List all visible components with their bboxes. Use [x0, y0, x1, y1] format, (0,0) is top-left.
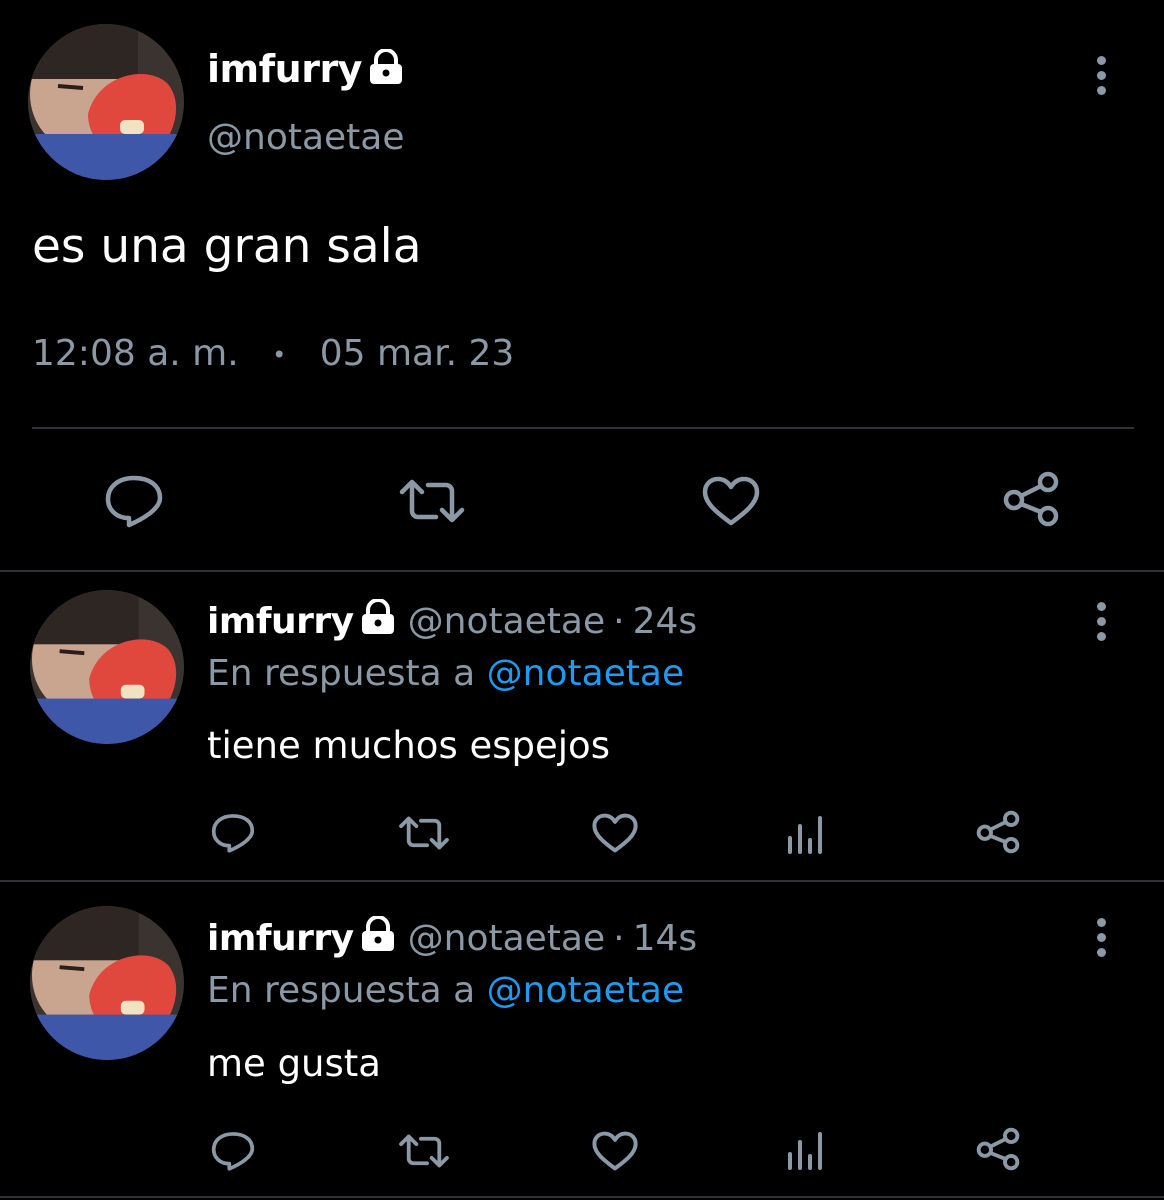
stats-divider [32, 427, 1134, 429]
reply-to-handle[interactable]: @notaetae [487, 970, 685, 1011]
lock-icon [358, 597, 398, 648]
share-icon[interactable] [1000, 470, 1062, 528]
lock-icon [358, 914, 398, 965]
like-icon[interactable] [702, 476, 760, 526]
time-separator: · [613, 918, 625, 959]
share-icon[interactable] [974, 1126, 1022, 1172]
reply-time: 24s [632, 601, 698, 642]
reply-time: 14s [632, 918, 698, 959]
separator-dot: • [272, 341, 287, 369]
tweet-divider [0, 570, 1164, 572]
more-options-icon[interactable] [1082, 46, 1122, 106]
handle[interactable]: @notaetae [207, 116, 405, 160]
retweet-icon[interactable] [398, 1133, 450, 1169]
time-separator: · [613, 601, 625, 642]
analytics-icon[interactable] [786, 1128, 826, 1170]
more-options-icon[interactable] [1082, 908, 1122, 968]
tweet-date: 05 mar. 23 [319, 333, 515, 374]
reply-context: En respuesta a [207, 653, 476, 694]
tweet-divider [0, 1196, 1164, 1198]
retweet-icon[interactable] [398, 815, 450, 851]
more-options-icon[interactable] [1082, 592, 1122, 652]
reply-text: me gusta [207, 1042, 381, 1085]
reply-icon[interactable] [210, 812, 256, 854]
handle[interactable]: @notaetae [408, 601, 606, 642]
display-name[interactable]: imfurry [207, 918, 354, 959]
tweet-text: es una gran sala [32, 219, 422, 274]
retweet-icon[interactable] [398, 478, 466, 524]
avatar[interactable] [28, 24, 184, 180]
tweet-time: 12:08 a. m. [32, 333, 239, 374]
reply-text: tiene muchos espejos [207, 724, 610, 767]
lock-icon [366, 47, 406, 97]
like-icon[interactable] [592, 1131, 638, 1171]
reply-icon[interactable] [103, 474, 165, 528]
avatar[interactable] [30, 590, 184, 744]
analytics-icon[interactable] [786, 812, 826, 854]
tweet-divider [0, 880, 1164, 882]
tweet-timestamp: 12:08 a. m. • 05 mar. 23 [32, 332, 514, 377]
display-name[interactable]: imfurry [207, 47, 362, 91]
avatar[interactable] [30, 906, 184, 1060]
like-icon[interactable] [592, 813, 638, 853]
handle[interactable]: @notaetae [408, 918, 606, 959]
reply-to-handle[interactable]: @notaetae [487, 653, 685, 694]
share-icon[interactable] [974, 809, 1022, 855]
display-name[interactable]: imfurry [207, 601, 354, 642]
reply-icon[interactable] [210, 1130, 256, 1172]
reply-context: En respuesta a [207, 970, 476, 1011]
